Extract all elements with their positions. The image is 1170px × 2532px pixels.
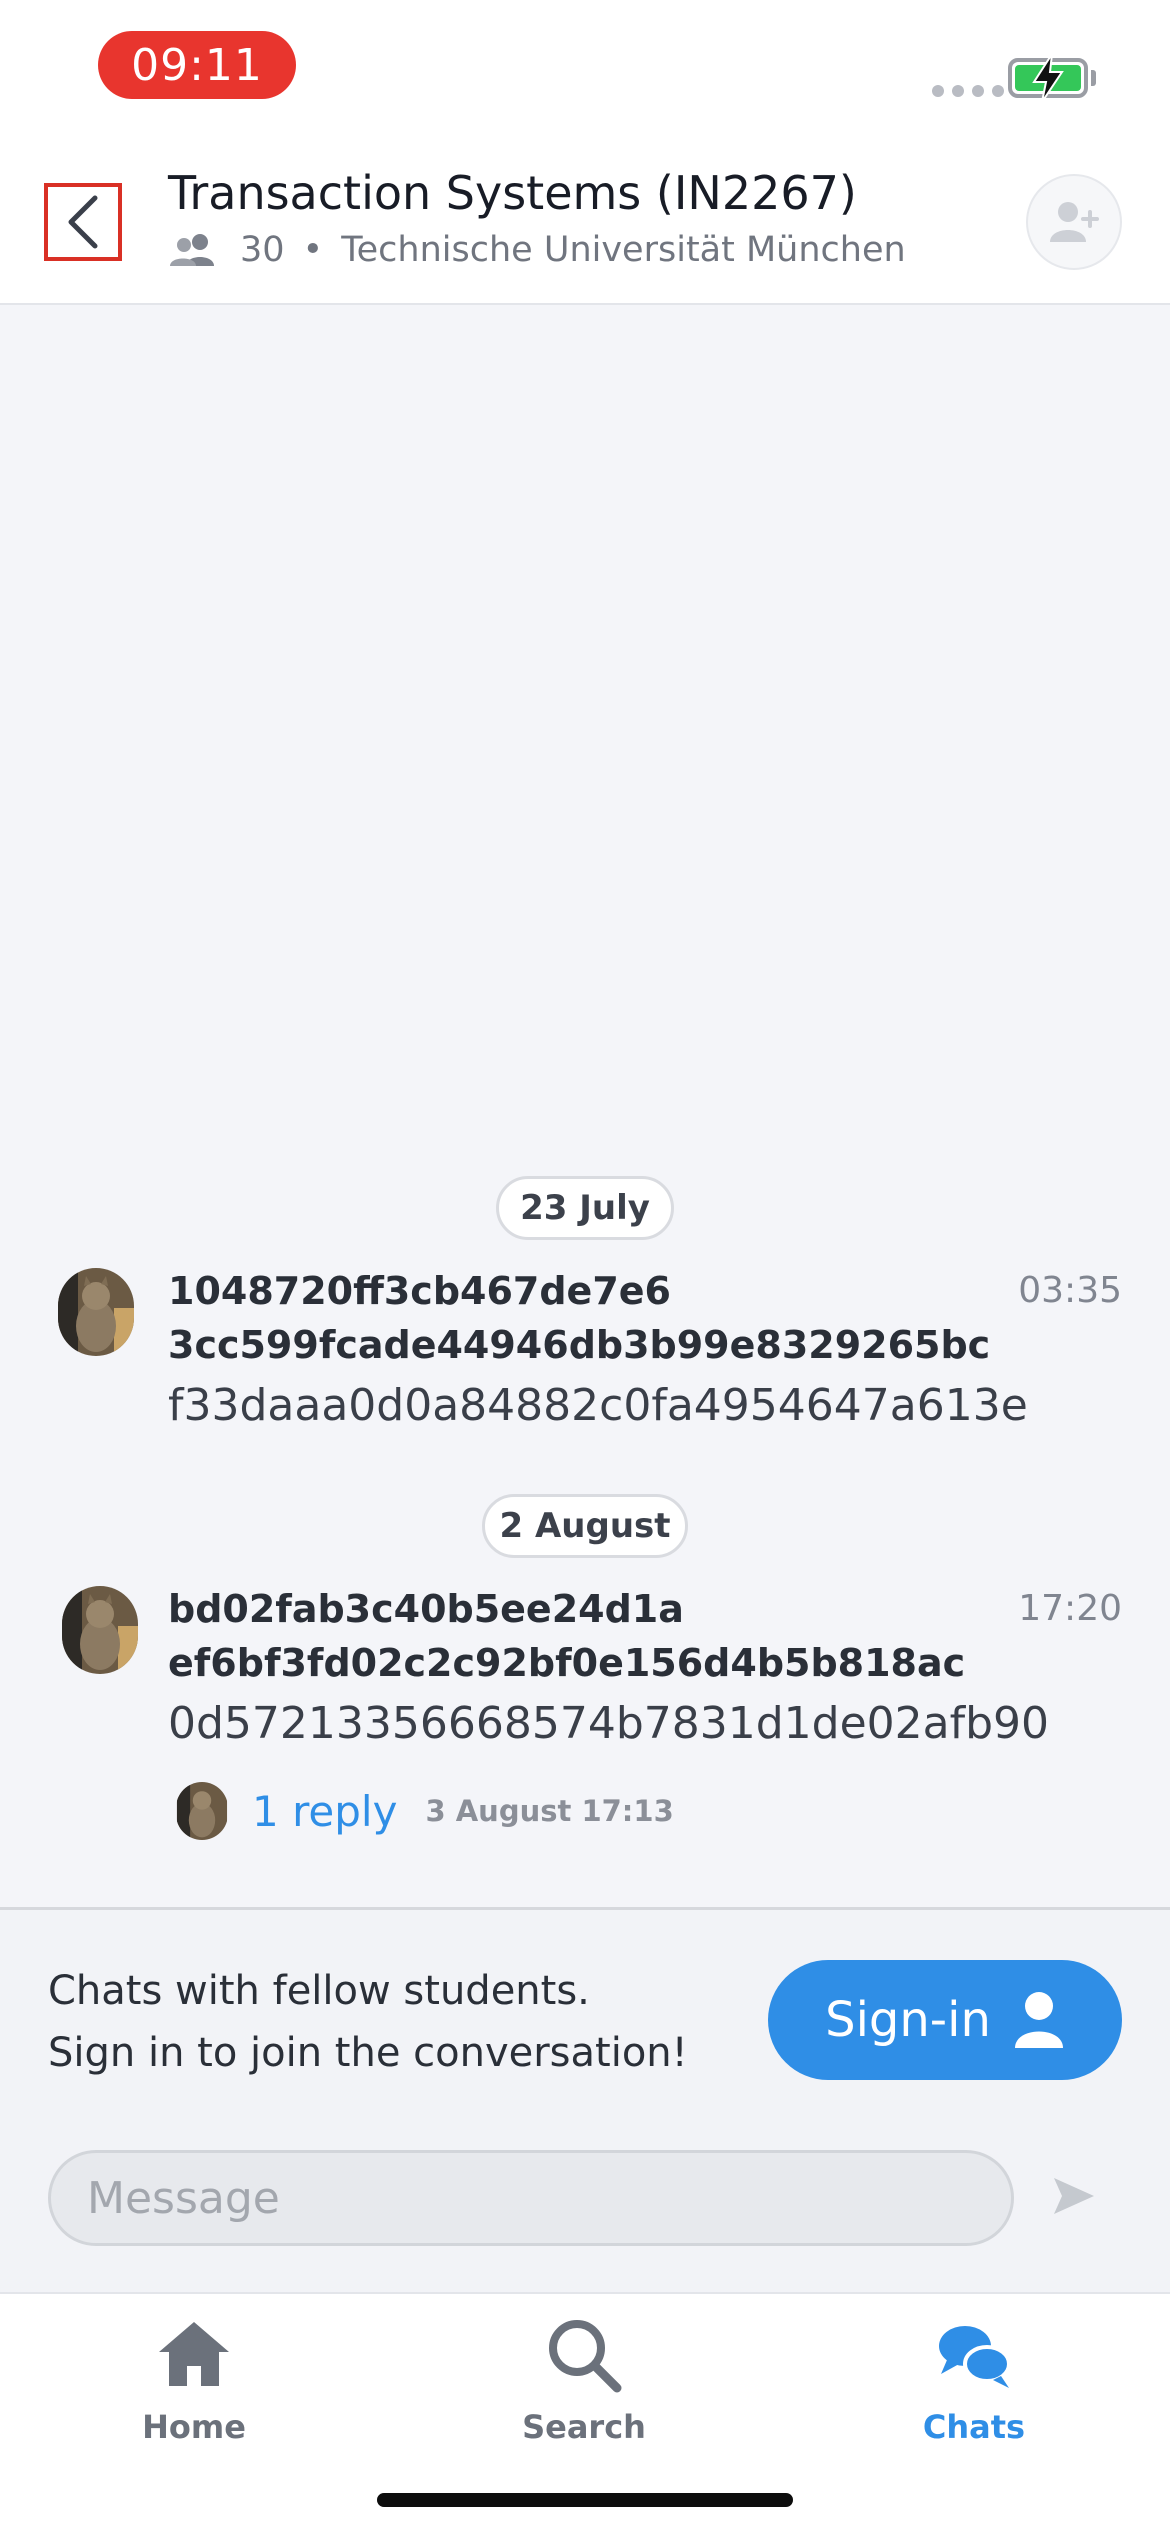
tab-label-home: Home [142,2408,246,2446]
cat-avatar-image [62,1586,138,1674]
add-person-icon [1050,202,1099,242]
chat-title: Transaction Systems (IN2267) [168,166,857,220]
avatar[interactable] [58,1268,134,1356]
thread-replies[interactable]: 1 reply 3 August 17:13 [176,1782,674,1840]
add-member-button[interactable] [1026,174,1122,270]
status-bar: 09:11 [0,0,1170,150]
user-icon [1014,1992,1063,2048]
signin-banner: Chats with fellow students. Sign in to j… [0,1907,1170,2292]
signal-icon [932,85,1004,97]
members-icon [170,234,214,266]
status-time: 09:11 [98,31,296,99]
message-sender-line1: 1048720ff3cb467de7e6 [168,1269,671,1313]
message-sender-line1: bd02fab3c40b5ee24d1a [168,1587,684,1631]
message-time: 03:35 [1018,1270,1122,1311]
chat-meta: 30 • Technische Universität München [168,230,906,270]
message-sender-line2: 3cc599fcade44946db3b99e8329265bc [168,1323,991,1367]
tab-label-chats: Chats [922,2408,1026,2446]
cat-avatar-image [58,1268,134,1356]
message-text[interactable]: 0d57213356668574b7831d1de02afb90 [168,1698,1049,1749]
charging-bolt-icon [1032,53,1064,103]
banner-line-1: Chats with fellow students. [48,1968,590,2014]
tab-label-search: Search [522,2408,646,2446]
chat-header: Transaction Systems (IN2267) 30 • Techni… [0,150,1170,305]
banner-line-2: Sign in to join the conversation! [48,2030,688,2076]
tab-search[interactable]: Search [474,2314,694,2446]
message-sender-line2: ef6bf3fd02c2c92bf0e156d4b5b818ac [168,1641,966,1685]
tab-chats[interactable]: Chats [864,2314,1084,2446]
battery-cap [1091,70,1096,86]
reply-time: 3 August 17:13 [425,1794,674,1828]
university-name: Technische Universität München [341,230,906,270]
date-separator: 2 August [482,1494,688,1558]
back-button[interactable] [44,183,122,261]
meta-separator: • [302,230,324,270]
message-input[interactable]: Message [48,2150,1014,2246]
signin-label: Sign-in [825,1992,991,2048]
banner-text: Chats with fellow students. Sign in to j… [48,1960,688,2084]
message-text[interactable]: f33daaa0d0a84882c0fa4954647a613e [168,1380,1028,1431]
message-time: 17:20 [1018,1588,1122,1629]
cat-avatar-image [176,1782,228,1840]
chats-icon [939,2326,1011,2388]
send-icon[interactable] [1050,2172,1098,2220]
signin-button[interactable]: Sign-in [768,1960,1122,2080]
tab-home[interactable]: Home [84,2314,304,2446]
reply-avatar [176,1782,228,1840]
home-indicator [377,2493,793,2507]
member-count: 30 [240,230,285,270]
home-icon [159,2322,229,2386]
search-icon [549,2320,622,2393]
chevron-left-icon [68,195,98,249]
reply-count-link[interactable]: 1 reply [252,1787,397,1836]
avatar[interactable] [62,1586,138,1674]
date-separator: 23 July [496,1176,674,1240]
